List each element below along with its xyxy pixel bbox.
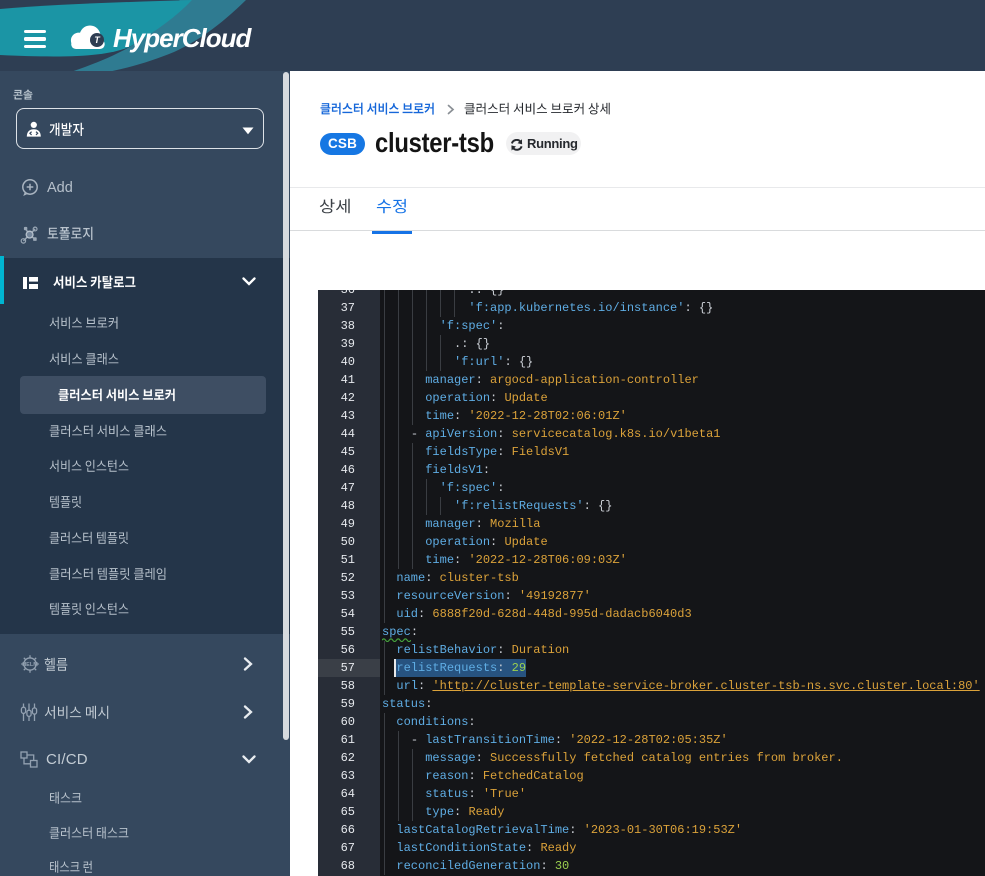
svg-text:HELM: HELM [22,662,38,668]
